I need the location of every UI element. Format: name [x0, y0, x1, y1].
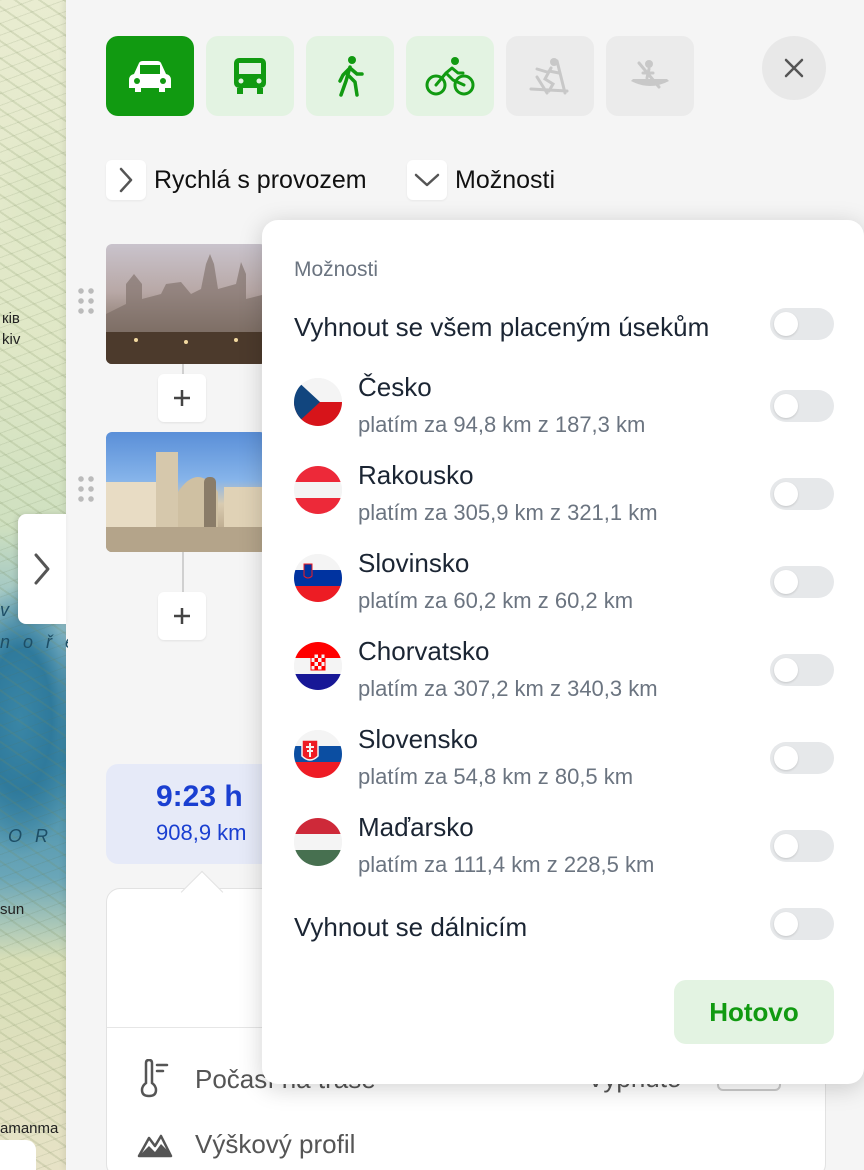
options-toggle[interactable]: Možnosti: [407, 160, 555, 200]
avoid-highways-label: Vyhnout se dálnicím: [294, 912, 528, 942]
avoid-tolls-label: Vyhnout se všem placeným úsekům: [294, 312, 710, 342]
chevron-down-icon: [414, 173, 440, 187]
collapse-panel-button[interactable]: [18, 514, 66, 624]
zadar-photo: [106, 452, 266, 552]
elevation-row[interactable]: Výškový profil: [137, 1129, 355, 1160]
plus-icon: [174, 390, 190, 406]
options-label: Možnosti: [455, 165, 556, 194]
route-type-chevron: [106, 160, 146, 200]
croatia-flag-icon: [294, 642, 342, 690]
country-toll-detail: platím za 60,2 km z 60,2 km: [358, 588, 634, 613]
add-waypoint-button[interactable]: [158, 592, 206, 640]
bicycle-icon: [425, 57, 475, 96]
drag-handle-icon[interactable]: [76, 286, 96, 316]
country-toll-toggle[interactable]: [770, 830, 834, 862]
country-name: Slovinsko: [358, 548, 470, 578]
popup-title: Možnosti: [294, 258, 379, 281]
avoid-highways-toggle[interactable]: [770, 908, 834, 940]
mode-bus-button[interactable]: [206, 36, 294, 116]
austria-flag-icon: [294, 466, 342, 514]
drag-handle-icon[interactable]: [76, 474, 96, 504]
country-row-hr: Chorvatsko platím za 307,2 km z 340,3 km: [294, 636, 834, 716]
mode-car-button[interactable]: [106, 36, 194, 116]
slovenia-flag-icon: [294, 554, 342, 602]
country-toll-toggle[interactable]: [770, 654, 834, 686]
ski-icon: [529, 58, 569, 95]
country-toll-detail: platím za 94,8 km z 187,3 km: [358, 412, 646, 437]
waypoint-start-photo[interactable]: [106, 244, 266, 364]
mode-walk-button[interactable]: [306, 36, 394, 116]
country-name: Chorvatsko: [358, 636, 490, 666]
waypoint-end-photo[interactable]: [106, 432, 266, 552]
thermometer-icon: [140, 1059, 169, 1098]
close-icon: [784, 58, 804, 78]
country-toll-toggle[interactable]: [770, 566, 834, 598]
map-label: sun: [0, 901, 25, 918]
chevron-right-icon: [119, 167, 133, 193]
mode-boat-button[interactable]: [606, 36, 694, 116]
mountain-icon: [137, 1134, 173, 1157]
prague-photo: [106, 254, 266, 364]
country-toll-toggle[interactable]: [770, 390, 834, 422]
plus-icon: [174, 608, 190, 624]
slovakia-flag-icon: [294, 730, 342, 778]
chevron-right-icon: [34, 553, 50, 585]
canoe-icon: [631, 60, 669, 89]
country-toll-toggle[interactable]: [770, 742, 834, 774]
route-type-toggle[interactable]: Rychlá s provozem: [106, 160, 367, 200]
map-label: кiв: [2, 310, 20, 327]
options-popup: Možnosti Vyhnout se všem placeným úsekům…: [262, 220, 864, 1084]
country-row-at: Rakousko platím za 305,9 km z 321,1 km: [294, 460, 834, 540]
map-control-button[interactable]: [0, 1140, 36, 1170]
map-sea-label: n o ř e: [0, 632, 68, 652]
country-toll-detail: platím za 54,8 km z 80,5 km: [358, 764, 634, 789]
close-button[interactable]: [762, 36, 826, 100]
country-row-hu: Maďarsko platím za 111,4 km z 228,5 km: [294, 812, 834, 892]
country-row-si: Slovinsko platím za 60,2 km z 60,2 km: [294, 548, 834, 628]
country-name: Rakousko: [358, 460, 474, 490]
country-name: Česko: [358, 372, 432, 402]
mode-bike-button[interactable]: [406, 36, 494, 116]
bus-icon: [234, 58, 266, 94]
done-button[interactable]: Hotovo: [674, 980, 834, 1044]
country-toll-detail: platím za 305,9 km z 321,1 km: [358, 500, 658, 525]
map-label: kiv: [2, 331, 21, 348]
country-toll-detail: platím za 307,2 km z 340,3 km: [358, 676, 658, 701]
country-row-sk: Slovensko platím za 54,8 km z 80,5 km: [294, 724, 834, 804]
map-label: amanma: [0, 1120, 59, 1137]
czech-flag-icon: [294, 378, 342, 426]
elevation-label: Výškový profil: [195, 1129, 356, 1159]
mode-ski-button[interactable]: [506, 36, 594, 116]
country-toll-detail: platím za 111,4 km z 228,5 km: [358, 852, 655, 877]
country-name: Slovensko: [358, 724, 478, 754]
country-name: Maďarsko: [358, 812, 474, 842]
walk-icon: [338, 56, 364, 97]
hungary-flag-icon: [294, 818, 342, 866]
map-sea-label: O R: [8, 826, 53, 846]
route-type-label: Rychlá s provozem: [154, 165, 367, 194]
avoid-tolls-toggle[interactable]: [770, 308, 834, 340]
country-row-cz: Česko platím za 94,8 km z 187,3 km: [294, 372, 834, 452]
country-toll-toggle[interactable]: [770, 478, 834, 510]
add-waypoint-button[interactable]: [158, 374, 206, 422]
car-icon: [129, 61, 171, 92]
options-chevron: [407, 160, 447, 200]
